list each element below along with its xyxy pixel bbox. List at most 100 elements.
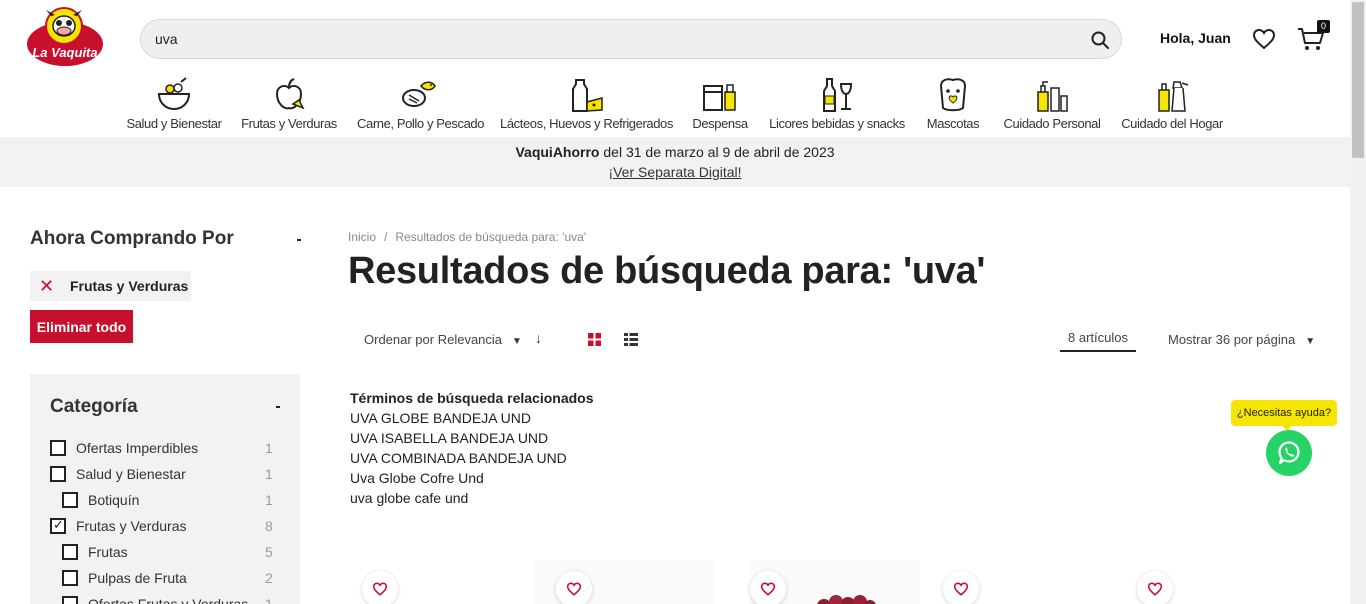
personal-care-icon	[1037, 81, 1068, 112]
home-care-icon	[1158, 81, 1189, 112]
search-input[interactable]	[155, 29, 1055, 49]
filter-count: 5	[265, 544, 273, 560]
breadcrumb-home[interactable]: Inicio	[348, 230, 376, 244]
filter-checkbox-checked[interactable]	[50, 517, 66, 534]
grape-product-image	[817, 595, 876, 604]
pet-icon	[939, 78, 967, 112]
clear-all-button[interactable]: Eliminar todo	[30, 310, 133, 343]
chevron-down-icon: ▼	[512, 336, 522, 347]
product-wishlist-button[interactable]	[750, 571, 786, 604]
dairy-icon	[572, 79, 603, 112]
filter-option[interactable]: Ofertas Imperdibles 1	[50, 439, 273, 459]
help-bubble[interactable]: ¿Necesitas ayuda?	[1231, 400, 1337, 426]
filter-count: 1	[265, 466, 273, 482]
filter-label: Ofertas Imperdibles	[76, 440, 199, 456]
la-vaquita-logo[interactable]: La Vaquita	[24, 6, 106, 72]
category-label: Cuidado Personal	[1003, 116, 1101, 131]
category-label: Licores bebidas y snacks	[769, 116, 905, 131]
filter-option[interactable]: Frutas y Verduras 8	[50, 517, 273, 537]
category-label: Carne, Pollo y Pescado	[357, 116, 485, 131]
promo-text: VaquiAhorro del 31 de marzo al 9 de abri…	[0, 144, 1350, 160]
category-licores-bebidas[interactable]: Licores bebidas y snacks	[768, 76, 906, 131]
search-bar	[140, 19, 1122, 59]
filter-checkbox[interactable]	[62, 544, 78, 560]
related-search-terms: Términos de búsqueda relacionados UVA GL…	[350, 388, 594, 508]
page-title: Resultados de búsqueda para: 'uva'	[348, 250, 986, 292]
category-label: Despensa	[692, 116, 748, 131]
filter-checkbox[interactable]	[62, 492, 78, 508]
category-frutas-verduras[interactable]: Frutas y Verduras	[241, 76, 337, 131]
category-filter-title: Categoría	[50, 396, 138, 417]
user-greeting[interactable]: Hola, Juan	[1160, 30, 1231, 46]
filter-checkbox[interactable]	[62, 570, 78, 586]
category-salud-bienestar[interactable]: Salud y Bienestar	[126, 76, 222, 131]
active-filter-chip: ✕ Frutas y Verduras	[30, 271, 191, 301]
related-term-link[interactable]: UVA COMBINADA BANDEJA UND	[350, 450, 567, 466]
per-page-label: Mostrar 36 por página	[1168, 332, 1296, 347]
filter-label: Frutas y Verduras	[76, 518, 187, 534]
category-label: Mascotas	[926, 116, 980, 131]
related-term-link[interactable]: UVA ISABELLA BANDEJA UND	[350, 430, 548, 446]
remove-filter-icon[interactable]: ✕	[39, 276, 54, 297]
filter-option[interactable]: Salud y Bienestar 1	[50, 465, 273, 485]
wishlist-heart-icon[interactable]	[1252, 28, 1276, 50]
filter-checkbox[interactable]	[50, 440, 66, 456]
heart-icon	[372, 582, 388, 596]
category-label: Salud y Bienestar	[126, 116, 222, 131]
whatsapp-icon	[1278, 441, 1300, 465]
category-filter-panel: Categoría Ofertas Imperdibles 1 Salud y …	[30, 374, 300, 604]
list-view-icon[interactable]	[624, 333, 638, 346]
heart-icon	[1147, 582, 1163, 596]
filter-option[interactable]: Pulpas de Fruta 2	[62, 569, 273, 589]
cart-count-badge: 0	[1317, 20, 1330, 33]
category-despensa[interactable]: Despensa	[690, 76, 750, 131]
fruit-icon	[275, 78, 305, 110]
category-carne-pollo-pescado[interactable]: Carne, Pollo y Pescado	[357, 76, 485, 131]
related-term-link[interactable]: uva globe cafe und	[350, 490, 468, 506]
filter-label: Pulpas de Fruta	[88, 570, 187, 586]
filter-count: 2	[265, 570, 273, 586]
breadcrumb-current: Resultados de búsqueda para: 'uva'	[395, 230, 587, 244]
heart-icon	[760, 582, 776, 596]
heart-icon	[953, 582, 969, 596]
meat-fish-icon	[402, 81, 436, 107]
related-term-link[interactable]: UVA GLOBE BANDEJA UND	[350, 410, 531, 426]
whatsapp-button[interactable]	[1266, 430, 1312, 476]
category-nav: Salud y Bienestar Frutas y Verduras Carn…	[0, 76, 1350, 136]
sort-select[interactable]: Ordenar por Relevancia ▼	[364, 332, 522, 347]
per-page-select[interactable]: Mostrar 36 por página ▼	[1168, 332, 1315, 347]
related-term-link[interactable]: Uva Globe Cofre Und	[350, 470, 484, 486]
filter-checkbox[interactable]	[50, 466, 66, 482]
product-wishlist-button[interactable]	[1137, 571, 1173, 604]
breadcrumb: Inicio / Resultados de búsqueda para: 'uva…	[348, 230, 586, 244]
collapse-toggle-icon[interactable]	[276, 406, 280, 408]
filter-count: 1	[265, 440, 273, 456]
sort-direction-arrow-icon[interactable]: ↓	[535, 330, 542, 346]
search-icon[interactable]	[1089, 29, 1111, 51]
sort-label: Ordenar por Relevancia	[364, 332, 503, 347]
product-wishlist-button[interactable]	[556, 571, 592, 604]
drinks-icon	[823, 78, 853, 112]
separata-link[interactable]: ¡Ver Separata Digital!	[608, 164, 741, 180]
grid-view-icon[interactable]	[588, 333, 601, 346]
category-label: Lácteos, Huevos y Refrigerados	[500, 116, 673, 131]
pantry-icon	[703, 84, 736, 111]
collapse-toggle-icon[interactable]	[297, 239, 301, 241]
scrollbar-thumb[interactable]	[1352, 2, 1364, 158]
filter-count: 8	[265, 518, 273, 534]
category-cuidado-personal[interactable]: Cuidado Personal	[1002, 76, 1102, 131]
breadcrumb-separator: /	[384, 230, 388, 244]
filter-option[interactable]: Ofertas Frutas y Verduras 1	[62, 595, 273, 604]
filter-count: 1	[265, 596, 273, 604]
category-label: Cuidado del Hogar	[1121, 116, 1223, 131]
filter-checkbox[interactable]	[62, 596, 78, 604]
product-wishlist-button[interactable]	[943, 571, 979, 604]
site-header: La Vaquita Hola, Juan 0	[0, 0, 1350, 78]
category-cuidado-hogar[interactable]: Cuidado del Hogar	[1120, 76, 1224, 131]
filter-option[interactable]: Frutas 5	[62, 543, 273, 563]
product-wishlist-button[interactable]	[362, 571, 398, 604]
filter-option[interactable]: Botiquín 1	[62, 491, 273, 511]
category-lacteos-huevos[interactable]: Lácteos, Huevos y Refrigerados	[500, 76, 673, 131]
filter-label: Ofertas Frutas y Verduras	[88, 596, 249, 604]
category-mascotas[interactable]: Mascotas	[922, 76, 984, 131]
